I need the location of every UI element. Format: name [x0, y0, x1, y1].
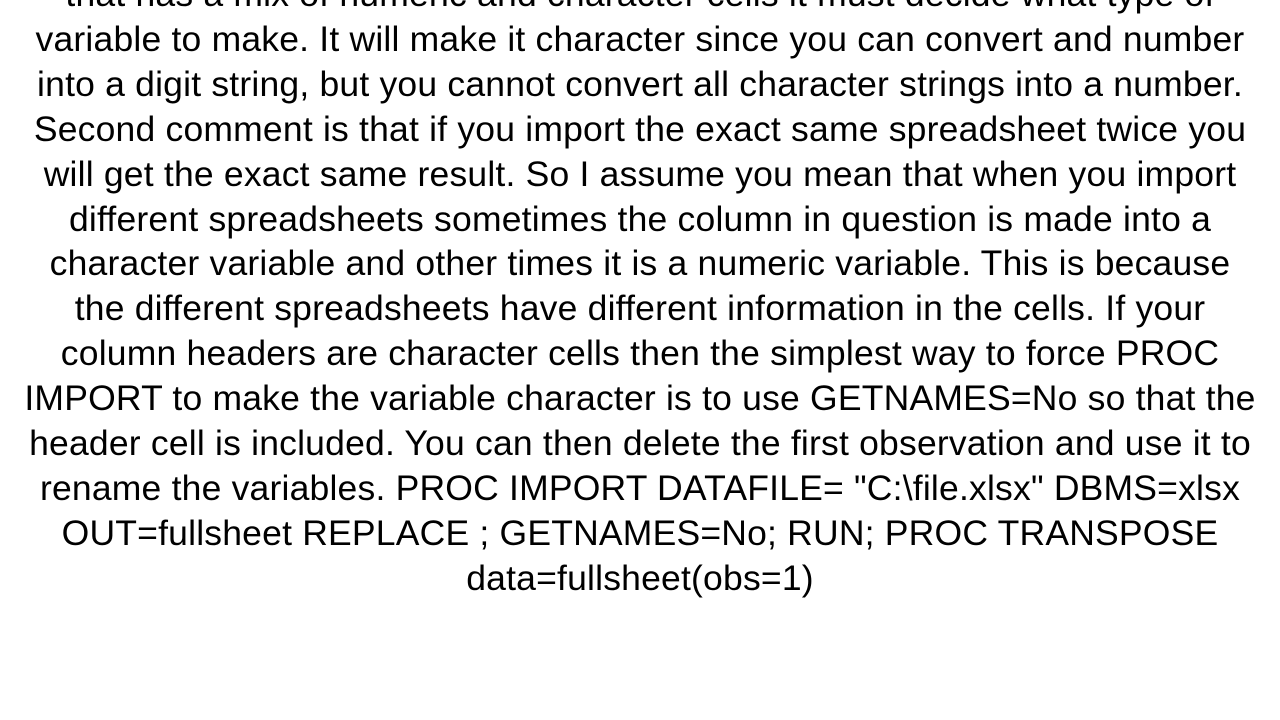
body-paragraph: that has a mix of numeric and character …	[20, 0, 1260, 601]
document-page: that has a mix of numeric and character …	[0, 0, 1280, 720]
